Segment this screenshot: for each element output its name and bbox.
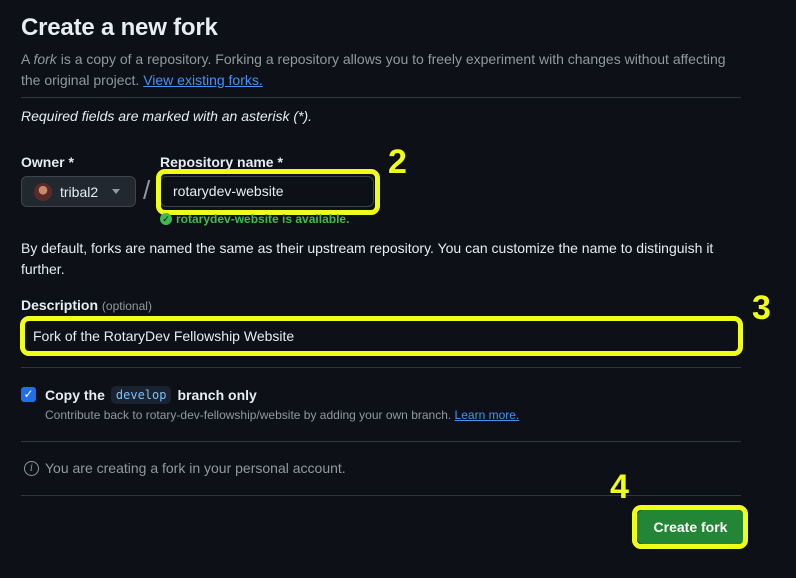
- divider: [21, 97, 741, 98]
- chevron-down-icon: [112, 189, 121, 194]
- copy-branch-label[interactable]: Copy the develop branch only: [45, 386, 257, 404]
- required-note: Required fields are marked with an aster…: [21, 108, 313, 124]
- annotation-number-3: 3: [752, 289, 771, 327]
- optional-tag: (optional): [101, 299, 152, 313]
- branch-name-code: develop: [110, 386, 172, 404]
- availability-message: ✓ rotarydev-website is available.: [160, 212, 349, 226]
- check-circle-icon: ✓: [160, 213, 172, 225]
- learn-more-link[interactable]: Learn more.: [455, 408, 520, 422]
- highlight-box-repo: [156, 169, 380, 215]
- copy-branch-note: Contribute back to rotary-dev-fellowship…: [45, 408, 520, 422]
- owner-value: tribal2: [60, 183, 99, 200]
- owner-dropdown[interactable]: tribal2: [21, 176, 136, 207]
- annotation-number-4: 4: [610, 468, 629, 506]
- divider: [21, 367, 741, 368]
- avatar: [34, 182, 52, 201]
- owner-label: Owner *: [21, 154, 74, 170]
- view-existing-forks-link[interactable]: View existing forks.: [143, 72, 263, 88]
- info-message: i You are creating a fork in your person…: [24, 460, 346, 476]
- highlight-box-create: [632, 505, 748, 549]
- copy-branch-checkbox[interactable]: ✓: [21, 387, 36, 402]
- page-title: Create a new fork: [21, 14, 218, 41]
- divider: [21, 495, 741, 496]
- highlight-box-description: [20, 316, 743, 356]
- annotation-number-2: 2: [388, 143, 407, 181]
- divider: [21, 441, 741, 442]
- repository-name-label: Repository name *: [160, 154, 283, 170]
- owner-repo-separator: /: [143, 175, 151, 205]
- fork-naming-help: By default, forks are named the same as …: [21, 240, 714, 277]
- info-icon: i: [24, 460, 39, 476]
- intro-text: A fork is a copy of a repository. Forkin…: [21, 51, 726, 88]
- description-label: Description (optional): [21, 297, 152, 313]
